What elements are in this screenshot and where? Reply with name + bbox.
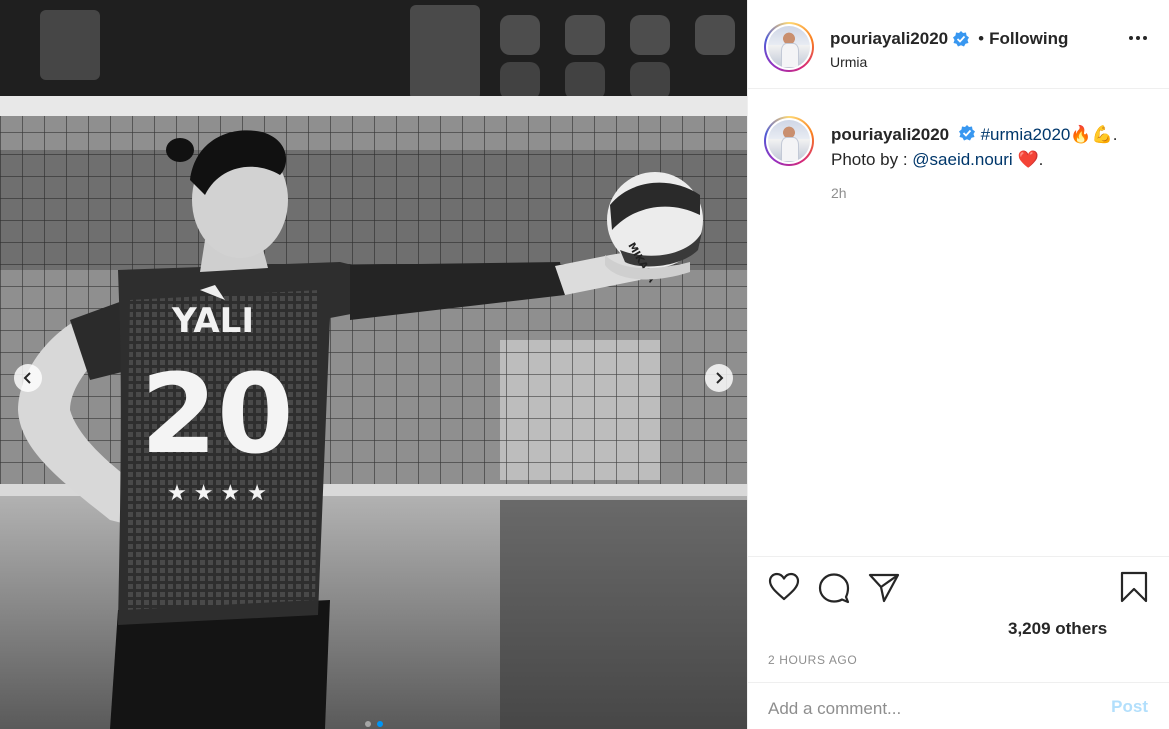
jersey-number-text: 20 bbox=[140, 350, 293, 478]
chevron-right-icon bbox=[716, 372, 724, 384]
verified-badge-icon bbox=[958, 125, 975, 141]
caption-author-avatar[interactable] bbox=[764, 116, 814, 166]
verified-badge-icon bbox=[953, 31, 970, 47]
caption-section: pouriayali2020 #urmia2020🔥💪. Photo by : … bbox=[748, 89, 1169, 557]
post-details-panel: pouriayali2020 • Following Urmia pouriay… bbox=[747, 0, 1169, 729]
carousel-indicator bbox=[0, 721, 747, 727]
caption-text: pouriayali2020 #urmia2020🔥💪. Photo by : … bbox=[831, 122, 1151, 172]
save-button[interactable] bbox=[1120, 571, 1148, 608]
comment-input[interactable] bbox=[768, 694, 1088, 724]
comment-bubble-icon bbox=[818, 573, 850, 604]
author-username-link[interactable]: pouriayali2020 bbox=[830, 29, 948, 49]
location-link[interactable]: Urmia bbox=[830, 54, 867, 70]
chevron-left-icon bbox=[23, 372, 31, 384]
post-timestamp[interactable]: 2 HOURS AGO bbox=[768, 653, 857, 667]
jersey-stars: ★ ★ ★ ★ bbox=[167, 481, 267, 506]
hashtag-link[interactable]: #urmia2020 bbox=[981, 125, 1071, 144]
caption-punctuation: . bbox=[1112, 125, 1118, 144]
caption-emoji: 🔥💪 bbox=[1070, 125, 1113, 144]
next-photo-button[interactable] bbox=[705, 364, 733, 392]
post-photo[interactable]: YALI 20 ★ ★ ★ ★ MIKASA bbox=[0, 0, 747, 729]
comment-button[interactable] bbox=[818, 572, 850, 609]
following-button[interactable]: Following bbox=[989, 29, 1068, 49]
jersey-name-text: YALI bbox=[171, 301, 254, 341]
action-bar: 3,209 others 2 HOURS AGO bbox=[748, 557, 1169, 682]
more-options-button[interactable] bbox=[1129, 36, 1147, 40]
paper-plane-icon bbox=[868, 573, 900, 603]
likes-count-link[interactable]: 3,209 others bbox=[1008, 619, 1107, 639]
carousel-dot-active bbox=[376, 721, 383, 727]
like-button[interactable] bbox=[768, 572, 800, 607]
comment-box: Post bbox=[748, 682, 1169, 729]
photo-scene: YALI 20 ★ ★ ★ ★ MIKASA bbox=[0, 0, 747, 729]
ellipsis-icon bbox=[1129, 36, 1133, 40]
previous-photo-button[interactable] bbox=[14, 364, 42, 392]
heart-icon bbox=[768, 572, 800, 601]
author-avatar[interactable] bbox=[764, 22, 814, 72]
heart-emoji: ❤️ bbox=[1017, 150, 1039, 169]
share-button[interactable] bbox=[868, 572, 900, 609]
bookmark-icon bbox=[1120, 571, 1148, 603]
mention-link[interactable]: @saeid.nouri bbox=[912, 150, 1012, 169]
volleyball: MIKASA bbox=[605, 172, 703, 285]
caption-username-link[interactable]: pouriayali2020 bbox=[831, 125, 949, 144]
post-comment-button[interactable]: Post bbox=[1111, 697, 1148, 717]
caption-punctuation: . bbox=[1038, 150, 1044, 169]
caption-age: 2h bbox=[831, 185, 847, 201]
post-header: pouriayali2020 • Following Urmia bbox=[748, 0, 1169, 89]
photo-credit-label: Photo by : bbox=[831, 150, 913, 169]
header-separator: • bbox=[978, 29, 985, 48]
carousel-dot bbox=[364, 721, 371, 727]
